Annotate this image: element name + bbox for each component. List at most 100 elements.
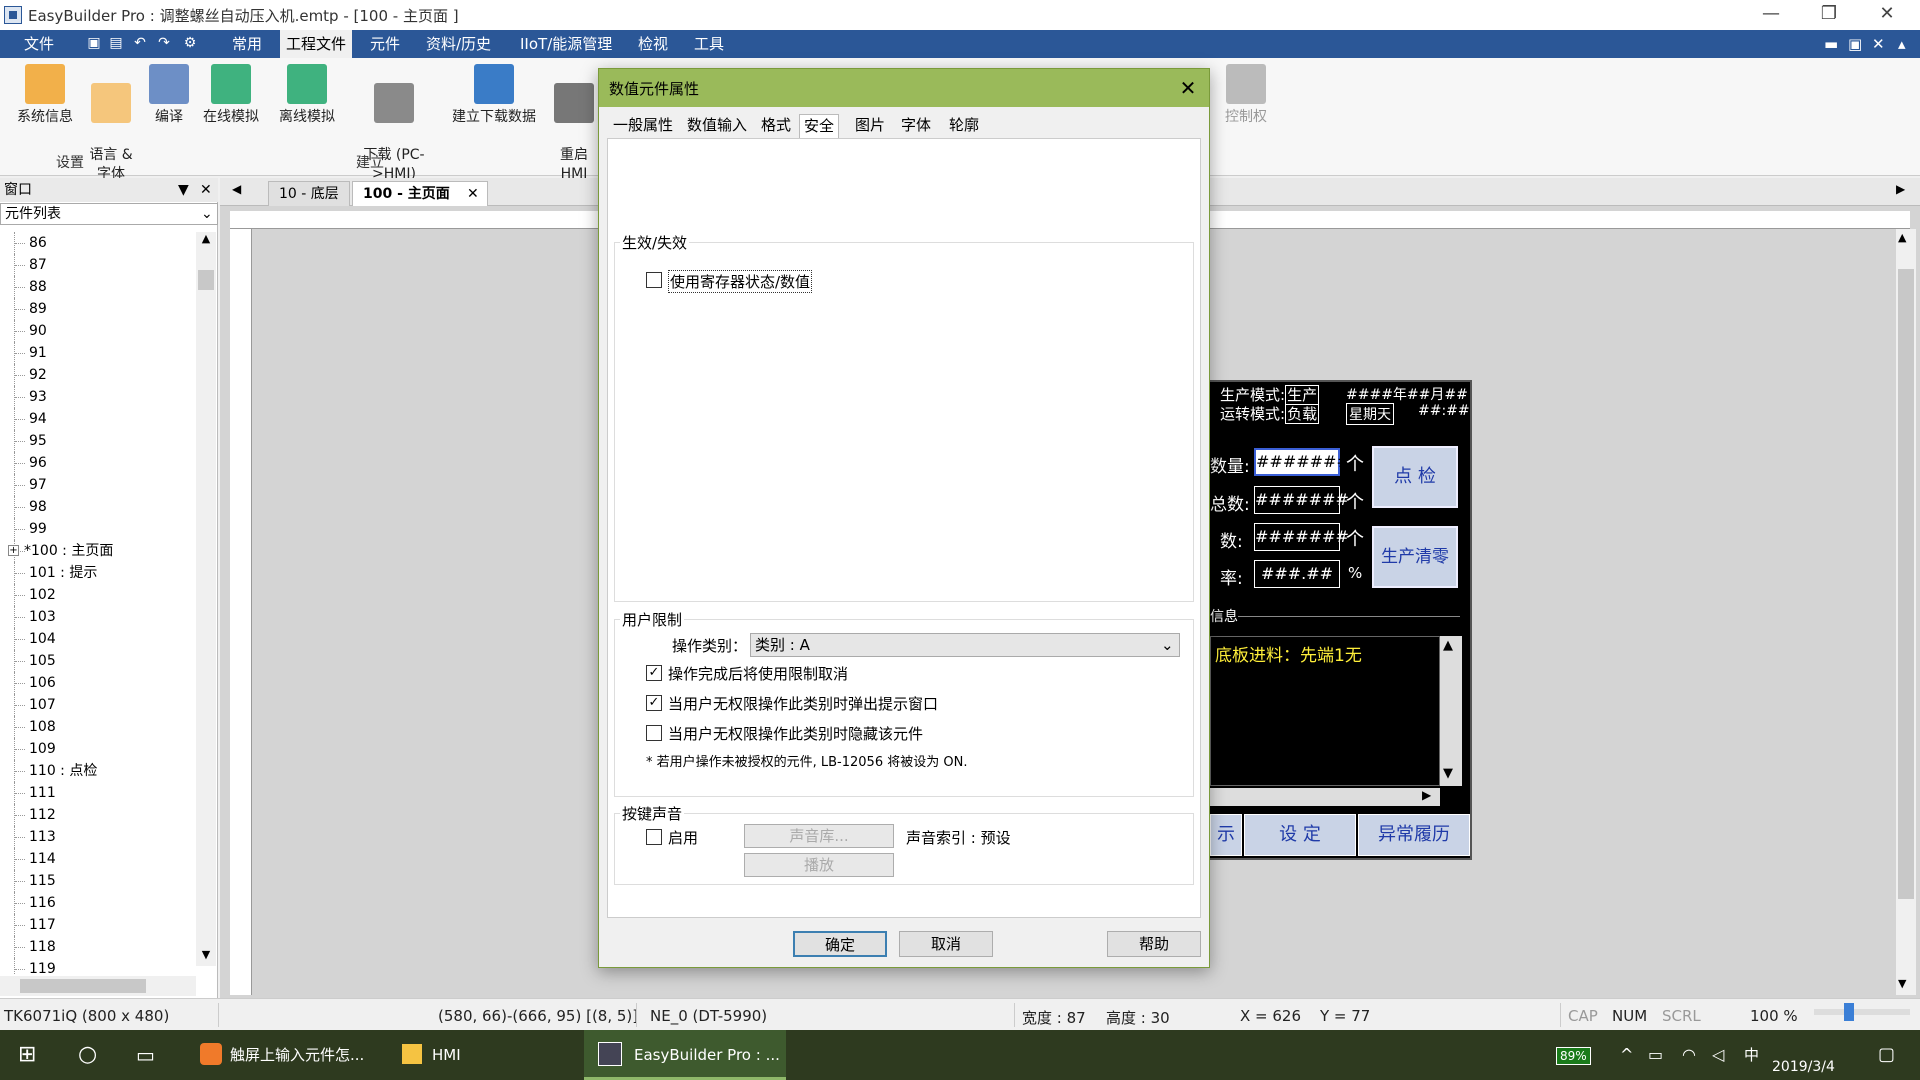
run-mode-value[interactable]: 负载: [1285, 404, 1320, 424]
tree-item[interactable]: 94: [0, 408, 196, 430]
canvas-scroll-thumb[interactable]: [1898, 269, 1914, 899]
windows-start-icon[interactable]: ⊞: [18, 1030, 36, 1080]
online-sim-button[interactable]: 在线模拟: [196, 64, 266, 127]
clock-date[interactable]: 2019/3/4: [1772, 1056, 1835, 1078]
inspect-button[interactable]: 点 检: [1372, 446, 1458, 508]
tree-item[interactable]: 91: [0, 342, 196, 364]
canvas-scroll-up-icon[interactable]: ▲: [1898, 231, 1906, 244]
tree-item[interactable]: 113: [0, 826, 196, 848]
tab-numeric-input[interactable]: 数值输入: [683, 114, 751, 138]
tree-item[interactable]: 92: [0, 364, 196, 386]
tree-item[interactable]: 105: [0, 650, 196, 672]
canvas-vertical-scrollbar[interactable]: ▲ ▼: [1896, 229, 1916, 995]
help-button[interactable]: 帮助: [1107, 931, 1201, 957]
display-button[interactable]: 示: [1210, 814, 1242, 856]
tree-item[interactable]: 88: [0, 276, 196, 298]
battery-icon[interactable]: 89%: [1556, 1030, 1591, 1080]
tray-expand-icon[interactable]: ^: [1620, 1030, 1633, 1080]
sound-enable-checkbox[interactable]: [646, 829, 662, 845]
hide-no-perm-checkbox[interactable]: [646, 725, 662, 741]
offline-sim-button[interactable]: 离线模拟: [272, 64, 342, 127]
network-icon[interactable]: ▭: [1648, 1030, 1663, 1080]
tree-item[interactable]: 108: [0, 716, 196, 738]
menu-common[interactable]: 常用: [226, 30, 268, 58]
panel-close-icon[interactable]: ✕: [200, 178, 212, 202]
control-right-button[interactable]: 控制权: [1218, 64, 1274, 127]
tree-item[interactable]: 99: [0, 518, 196, 540]
tab-general[interactable]: 一般属性: [609, 114, 677, 138]
menu-data-history[interactable]: 资料/历史: [420, 30, 497, 58]
play-button[interactable]: 播放: [744, 853, 894, 877]
tree-item[interactable]: 114: [0, 848, 196, 870]
info-hscrollbar[interactable]: ▶: [1210, 788, 1440, 806]
tree-item[interactable]: + *100 : 主页面: [0, 540, 196, 562]
search-icon[interactable]: ○: [78, 1030, 97, 1080]
tab-security[interactable]: 安全: [799, 114, 840, 138]
tree-item[interactable]: 110 : 点检: [0, 760, 196, 782]
volume-icon[interactable]: ◁: [1712, 1030, 1724, 1080]
tree-item[interactable]: 104: [0, 628, 196, 650]
tab-outline[interactable]: 轮廓: [945, 114, 983, 138]
close-button[interactable]: ✕: [1864, 0, 1910, 30]
menu-view[interactable]: 检视: [632, 30, 674, 58]
ribbon-collapse-button[interactable]: ▴: [1892, 30, 1912, 58]
tab-close-icon[interactable]: ✕: [467, 182, 479, 206]
tab-font[interactable]: 字体: [897, 114, 935, 138]
tree-item[interactable]: 109: [0, 738, 196, 760]
scroll-down-icon[interactable]: ▼: [198, 948, 214, 964]
menu-iiot[interactable]: IIoT/能源管理: [514, 30, 618, 58]
scroll-up-icon[interactable]: ▲: [198, 232, 214, 248]
dropdown-arrow-icon[interactable]: ▼: [178, 178, 189, 202]
undo-icon[interactable]: ↶: [132, 35, 148, 51]
tree-horizontal-scrollbar[interactable]: [0, 976, 196, 996]
task-view-icon[interactable]: ▭: [136, 1030, 155, 1080]
menu-element[interactable]: 元件: [364, 30, 406, 58]
menu-file[interactable]: 文件: [18, 30, 60, 58]
num-numeric-field[interactable]: #######: [1254, 523, 1349, 551]
rate-numeric-field[interactable]: ###.##: [1254, 560, 1340, 588]
reset-production-button[interactable]: 生产清零: [1372, 526, 1458, 588]
zoom-slider-thumb[interactable]: [1844, 1003, 1854, 1021]
tree-item[interactable]: 87: [0, 254, 196, 276]
tab-scroll-right-icon[interactable]: ▶: [1896, 182, 1905, 196]
info-scroll-up-icon[interactable]: ▲: [1443, 638, 1453, 653]
tree-item[interactable]: 118: [0, 936, 196, 958]
tree-item[interactable]: 89: [0, 298, 196, 320]
tree-item[interactable]: 106: [0, 672, 196, 694]
tree-item[interactable]: 103: [0, 606, 196, 628]
info-scroll-right-icon[interactable]: ▶: [1422, 788, 1431, 802]
save-all-icon[interactable]: ▤: [108, 35, 124, 51]
count-numeric-field[interactable]: #######: [1254, 448, 1350, 476]
canvas-scroll-down-icon[interactable]: ▼: [1898, 977, 1906, 990]
tree-item[interactable]: 86: [0, 232, 196, 254]
build-download-button[interactable]: 建立下载数据: [446, 64, 542, 127]
tree-item[interactable]: 115: [0, 870, 196, 892]
compile-button[interactable]: 编译: [144, 64, 194, 127]
sound-library-button[interactable]: 声音库...: [744, 824, 894, 848]
tab-base-layer[interactable]: 10 - 底层: [268, 181, 350, 206]
info-scrollbar[interactable]: ▲ ▼: [1440, 636, 1462, 786]
prod-mode-value[interactable]: 生产: [1285, 385, 1320, 405]
doc-restore-button[interactable]: ▣: [1842, 30, 1868, 58]
zoom-slider[interactable]: [1814, 1003, 1910, 1021]
menu-tools[interactable]: 工具: [688, 30, 730, 58]
tree-item[interactable]: 112: [0, 804, 196, 826]
taskbar-browser-item[interactable]: 触屏上输入元件怎...: [196, 1030, 386, 1080]
use-register-checkbox[interactable]: [646, 272, 662, 288]
ok-button[interactable]: 确定: [793, 931, 887, 957]
system-info-button[interactable]: 系统信息: [10, 64, 80, 127]
tree-item[interactable]: 96: [0, 452, 196, 474]
notification-icon[interactable]: ▢: [1878, 1030, 1895, 1080]
tree-vertical-scrollbar[interactable]: ▲ ▼: [196, 232, 216, 966]
tree-item[interactable]: 101 : 提示: [0, 562, 196, 584]
element-list-combo[interactable]: 元件列表 ⌄: [0, 203, 218, 225]
tree-item[interactable]: 95: [0, 430, 196, 452]
tab-format[interactable]: 格式: [757, 114, 795, 138]
tree-item[interactable]: 116: [0, 892, 196, 914]
menu-project[interactable]: 工程文件: [280, 30, 353, 58]
tree-item[interactable]: 93: [0, 386, 196, 408]
ime-indicator[interactable]: 中: [1744, 1030, 1759, 1080]
cancel-button[interactable]: 取消: [899, 931, 993, 957]
cancel-after-checkbox[interactable]: ✓: [646, 665, 662, 681]
tree-item[interactable]: 90: [0, 320, 196, 342]
